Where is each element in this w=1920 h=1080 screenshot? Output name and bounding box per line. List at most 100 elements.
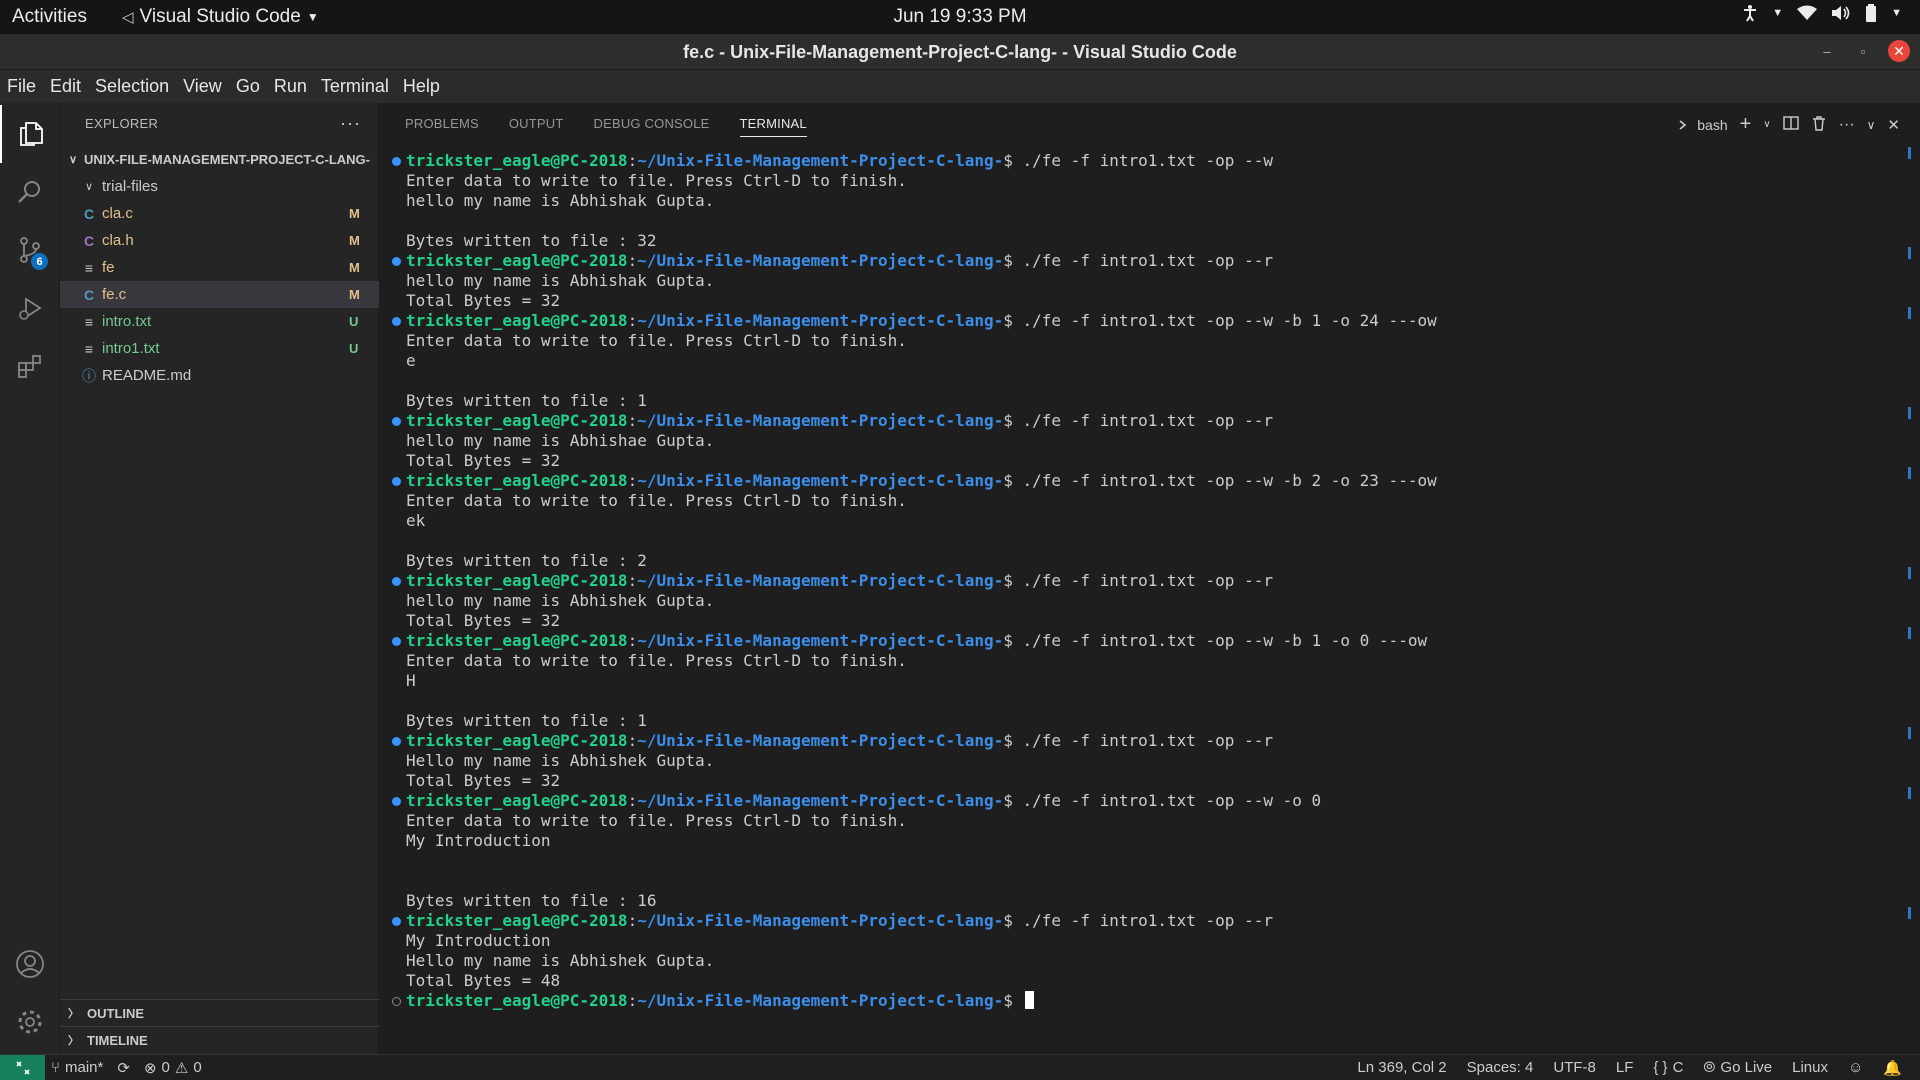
tree-item-fe[interactable]: ≡ fe M — [60, 254, 379, 281]
command-decoration-icon[interactable] — [392, 257, 401, 266]
problems-indicator[interactable]: ⊗ 0 ⚠ 0 — [144, 1059, 202, 1077]
terminal-output[interactable]: trickster_eagle@PC-2018: ~/Unix-File-Mana… — [380, 151, 1900, 1051]
chevron-down-icon[interactable]: ▼ — [1772, 7, 1783, 19]
new-terminal-button[interactable]: + — [1740, 113, 1752, 136]
project-folder-row[interactable]: ∨ UNIX-FILE-MANAGEMENT-PROJECT-C-LANG- — [60, 146, 379, 173]
prompt-separator: : — [627, 791, 638, 810]
warning-icon: ⚠ — [174, 1059, 189, 1077]
prompt-separator: : — [627, 571, 638, 590]
command-decoration-icon[interactable] — [392, 477, 401, 486]
platform-indicator[interactable]: Linux — [1792, 1059, 1828, 1076]
chevron-down-icon[interactable]: ∨ — [1763, 119, 1770, 130]
wifi-icon[interactable] — [1797, 5, 1818, 21]
command-decoration-icon[interactable] — [392, 797, 401, 806]
terminal-output-line: Total Bytes = 32 — [406, 611, 561, 630]
menu-edit[interactable]: Edit — [50, 76, 89, 97]
prompt-path: ~/Unix-File-Management-Project-C-lang- — [637, 411, 1004, 430]
prompt-user: trickster_eagle@PC-2018 — [406, 311, 628, 330]
menu-terminal[interactable]: Terminal — [321, 76, 397, 97]
tree-item-cla-h[interactable]: C cla.h M — [60, 227, 379, 254]
more-actions-icon[interactable]: ··· — [1839, 116, 1855, 134]
activities-button[interactable]: Activities — [12, 6, 87, 28]
menu-file[interactable]: File — [7, 76, 44, 97]
encoding[interactable]: UTF-8 — [1553, 1059, 1596, 1076]
terminal-cursor — [1024, 991, 1034, 1009]
branch-indicator[interactable]: ⑂ main* — [51, 1059, 103, 1076]
feedback-icon[interactable]: ☺ — [1848, 1059, 1863, 1076]
menu-view[interactable]: View — [183, 76, 230, 97]
overview-ruler-mark — [1908, 247, 1911, 259]
battery-icon[interactable] — [1865, 4, 1877, 22]
prompt-path: ~/Unix-File-Management-Project-C-lang- — [637, 151, 1004, 170]
overview-ruler-mark — [1908, 627, 1911, 639]
manage-button[interactable] — [0, 993, 60, 1051]
end-of-line[interactable]: LF — [1616, 1059, 1634, 1076]
prompt-separator: : — [627, 911, 638, 930]
menu-go[interactable]: Go — [236, 76, 268, 97]
terminal-shell-selector[interactable]: bash — [1678, 117, 1728, 133]
remote-indicator[interactable] — [0, 1054, 45, 1080]
terminal-command: ./fe -f intro1.txt -op --w -o 0 — [1022, 791, 1322, 810]
account-icon — [16, 950, 44, 978]
chevron-right-icon: 〉 — [68, 1008, 79, 1020]
tree-item-readme-md[interactable]: ⓘ README.md — [60, 362, 379, 389]
tab-terminal[interactable]: TERMINAL — [739, 103, 808, 143]
restore-button[interactable]: ▫ — [1852, 40, 1874, 62]
close-panel-button[interactable]: ✕ — [1887, 116, 1900, 134]
prompt-separator: : — [627, 471, 638, 490]
language-mode[interactable]: { } C — [1653, 1059, 1683, 1076]
terminal-command: ./fe -f intro1.txt -op --r — [1022, 731, 1273, 750]
split-terminal-button[interactable] — [1782, 115, 1799, 134]
overview-ruler-mark — [1908, 787, 1911, 799]
indentation[interactable]: Spaces: 4 — [1467, 1059, 1534, 1076]
menu-selection[interactable]: Selection — [95, 76, 177, 97]
volume-icon[interactable] — [1831, 5, 1851, 21]
accessibility-icon[interactable] — [1742, 4, 1758, 22]
clock[interactable]: Jun 19 9:33 PM — [893, 6, 1026, 27]
minimize-button[interactable]: – — [1816, 40, 1838, 62]
system-tray[interactable]: ▼ ▼ — [1742, 4, 1902, 22]
tree-item-trial-files[interactable]: ∨ trial-files — [60, 173, 379, 200]
prompt-separator: : — [627, 731, 638, 750]
command-decoration-icon[interactable] — [392, 317, 401, 326]
cursor-position[interactable]: Ln 369, Col 2 — [1357, 1059, 1446, 1076]
command-decoration-icon[interactable] — [392, 637, 401, 646]
menu-help[interactable]: Help — [403, 76, 448, 97]
files-icon — [20, 122, 43, 146]
kill-terminal-button[interactable] — [1811, 115, 1827, 134]
extensions-view-button[interactable] — [0, 337, 60, 395]
close-button[interactable]: ✕ — [1888, 40, 1910, 62]
gear-icon — [18, 1010, 42, 1034]
window-title-bar[interactable]: fe.c - Unix-File-Management-Project-C-la… — [0, 34, 1920, 70]
app-menu[interactable]: ◁ Visual Studio Code ▼ — [122, 6, 319, 28]
terminal-output-line: Bytes written to file : 2 — [406, 551, 647, 570]
tab-debug-console[interactable]: DEBUG CONSOLE — [594, 103, 710, 143]
tree-item-cla-c[interactable]: C cla.c M — [60, 200, 379, 227]
source-control-view-button[interactable]: 6 — [0, 221, 60, 279]
command-decoration-icon[interactable] — [392, 157, 401, 166]
run-debug-view-button[interactable] — [0, 279, 60, 337]
command-decoration-icon[interactable] — [392, 917, 401, 926]
outline-section[interactable]: 〉 OUTLINE — [60, 999, 379, 1026]
go-live-button[interactable]: ⦾ Go Live — [1703, 1059, 1772, 1076]
command-decoration-icon[interactable] — [392, 997, 401, 1006]
sync-icon[interactable]: ⟳ — [117, 1059, 130, 1077]
tree-item-fe-c[interactable]: C fe.c M — [60, 281, 379, 308]
tab-output[interactable]: OUTPUT — [509, 103, 564, 143]
maximize-panel-button[interactable]: ∨ — [1867, 118, 1876, 132]
accounts-button[interactable] — [0, 935, 60, 993]
bell-icon[interactable]: 🔔 — [1883, 1059, 1902, 1077]
tab-problems[interactable]: PROBLEMS — [405, 103, 479, 143]
search-view-button[interactable] — [0, 163, 60, 221]
tree-item-intro-txt[interactable]: ≡ intro.txt U — [60, 308, 379, 335]
command-decoration-icon[interactable] — [392, 417, 401, 426]
command-decoration-icon[interactable] — [392, 737, 401, 746]
command-decoration-icon[interactable] — [392, 577, 401, 586]
chevron-down-icon[interactable]: ▼ — [1891, 7, 1902, 19]
menu-run[interactable]: Run — [274, 76, 315, 97]
timeline-section[interactable]: 〉 TIMELINE — [60, 1026, 379, 1053]
tree-item-intro1-txt[interactable]: ≡ intro1.txt U — [60, 335, 379, 362]
more-actions-icon[interactable]: ··· — [340, 113, 361, 134]
explorer-view-button[interactable] — [0, 105, 60, 163]
overview-ruler-mark — [1908, 307, 1911, 319]
